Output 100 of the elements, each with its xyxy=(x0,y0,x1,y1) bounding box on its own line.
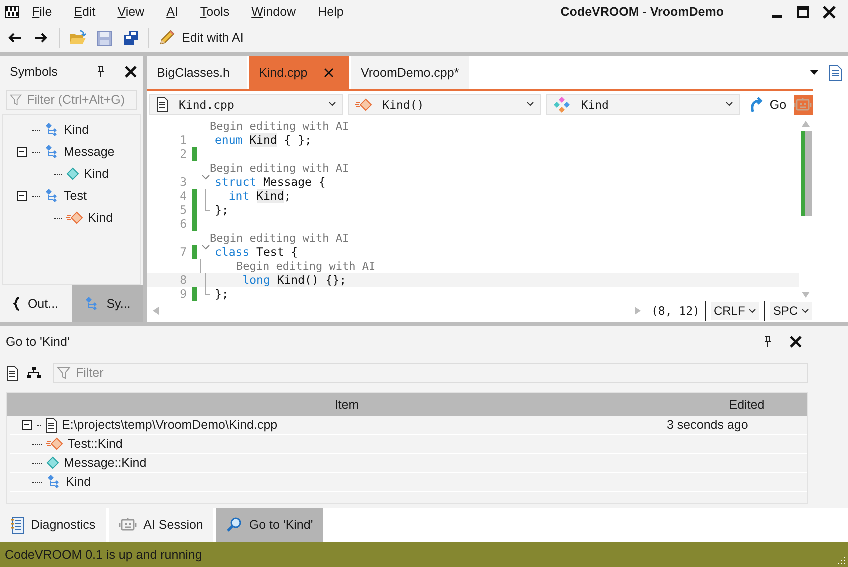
menu-item[interactable]: AI xyxy=(154,2,188,22)
line-number: 4 xyxy=(179,189,187,203)
save-all-icon[interactable] xyxy=(123,30,139,46)
tree-item[interactable]: Kind xyxy=(84,167,110,181)
save-icon[interactable] xyxy=(97,30,112,46)
enum-icon xyxy=(553,96,572,114)
document-tab[interactable]: Kind.cpp xyxy=(249,56,349,89)
method-icon xyxy=(46,437,64,451)
ai-hint-link[interactable]: Begin editing with AI xyxy=(210,232,350,244)
ai-button[interactable] xyxy=(794,94,813,114)
line-number: 3 xyxy=(179,175,187,189)
code-line: enum Kind { }; xyxy=(215,133,312,147)
bottom-tab[interactable]: Go to 'Kind' xyxy=(216,508,324,542)
document-tab[interactable]: BigClasses.h xyxy=(147,56,247,89)
filter-field[interactable]: Filter xyxy=(53,363,808,383)
open-folder-icon[interactable] xyxy=(69,30,87,46)
ai-hint-link[interactable]: Begin editing with AI xyxy=(210,260,376,272)
curved-arrow-icon xyxy=(748,96,765,112)
ai-hint-link[interactable]: Begin editing with AI xyxy=(210,162,350,174)
navigation-dropdown[interactable]: Kind.cpp xyxy=(149,94,343,115)
line-number: 1 xyxy=(179,133,187,147)
caret-icon xyxy=(328,102,336,107)
line-number: 8 xyxy=(179,273,187,287)
code-line: }; xyxy=(215,287,229,301)
robot-icon xyxy=(794,96,812,112)
fold-icon[interactable] xyxy=(202,175,210,180)
navigation-dropdown[interactable]: Kind() xyxy=(348,94,542,115)
close-icon[interactable] xyxy=(125,66,137,78)
forward-arrow-icon[interactable] xyxy=(34,33,48,43)
result-item[interactable]: Kind xyxy=(66,475,92,489)
tree-item[interactable]: Test xyxy=(64,189,87,203)
fold-icon[interactable] xyxy=(202,245,210,250)
brace-icon xyxy=(12,296,21,310)
file-view-icon xyxy=(6,366,19,380)
class-icon xyxy=(44,122,60,138)
indent-dropdown[interactable]: SPC xyxy=(770,302,812,320)
code-line: int Kind; xyxy=(228,189,292,203)
menu-item[interactable]: Edit xyxy=(61,2,105,22)
scroll-thumb[interactable] xyxy=(800,131,812,216)
code-line: class Test { xyxy=(215,245,298,259)
line-number: 2 xyxy=(179,147,187,161)
line-number: 9 xyxy=(179,287,187,301)
tree-item[interactable]: Message xyxy=(64,145,115,159)
dropdown-icon[interactable] xyxy=(810,70,819,75)
edit-with-ai-button[interactable]: Edit with AI xyxy=(154,26,248,50)
caret-icon xyxy=(749,308,756,314)
window-title: CodeVROOM - VroomDemo xyxy=(560,5,724,19)
code-line: }; xyxy=(215,203,229,217)
edited-time: 3 seconds ago xyxy=(667,418,750,432)
resize-grip-icon[interactable] xyxy=(838,557,846,565)
filter-icon xyxy=(57,366,71,380)
close-icon[interactable] xyxy=(790,336,802,348)
collapse-icon[interactable] xyxy=(17,146,28,158)
menu-item[interactable]: Help xyxy=(305,2,353,22)
menu-item[interactable]: Window xyxy=(238,2,306,22)
ai-hint-link[interactable]: Begin editing with AI xyxy=(210,120,350,132)
menu-item[interactable]: View xyxy=(104,2,154,22)
method-icon xyxy=(66,211,84,225)
result-item[interactable]: E:\projects\temp\VroomDemo\Kind.cpp xyxy=(62,418,278,432)
close-icon[interactable] xyxy=(822,6,836,18)
document-icon[interactable] xyxy=(829,64,842,80)
hierarchy-icon[interactable] xyxy=(27,367,41,379)
collapse-icon[interactable] xyxy=(17,190,28,202)
pin-icon[interactable] xyxy=(764,336,772,348)
bottom-tab[interactable]: AI Session xyxy=(108,508,214,542)
cursor-position: (8, 12) xyxy=(652,301,706,321)
navigation-dropdown[interactable]: Kind xyxy=(546,94,740,115)
caret-icon xyxy=(726,102,733,107)
menu-item[interactable]: Tools xyxy=(187,2,239,22)
code-line: long Kind() {}; xyxy=(242,273,347,287)
field-icon xyxy=(46,456,60,470)
filter-field[interactable]: Filter (Ctrl+Alt+G) xyxy=(6,90,137,110)
collapse-icon[interactable] xyxy=(22,420,33,430)
class-icon xyxy=(44,144,60,160)
close-icon[interactable] xyxy=(324,68,334,78)
result-item[interactable]: Test::Kind xyxy=(68,437,123,451)
go-button[interactable]: Go xyxy=(746,94,789,115)
caret-icon xyxy=(802,308,809,314)
tree-item[interactable]: Kind xyxy=(64,123,90,137)
panel-tab[interactable]: Sy... xyxy=(72,285,143,322)
robot-icon xyxy=(118,517,137,533)
class-icon xyxy=(44,188,60,204)
bottom-tab[interactable]: Diagnostics xyxy=(0,508,106,542)
class-icon xyxy=(84,296,100,312)
filter-icon xyxy=(10,93,22,107)
back-arrow-icon[interactable] xyxy=(8,33,22,43)
column-header: Item xyxy=(334,398,360,412)
search-icon xyxy=(226,517,242,533)
document-tab[interactable]: VroomDemo.cpp* xyxy=(351,56,470,89)
line-number: 7 xyxy=(179,245,187,259)
tree-item[interactable]: Kind xyxy=(88,211,114,225)
class-icon xyxy=(46,474,62,490)
panel-title: Symbols xyxy=(10,65,59,79)
notebook-icon xyxy=(10,516,24,534)
line-number: 6 xyxy=(179,217,187,231)
line-ending-dropdown[interactable]: CRLF xyxy=(710,302,760,320)
result-item[interactable]: Message::Kind xyxy=(64,456,147,470)
pin-icon[interactable] xyxy=(97,66,105,78)
maximize-icon[interactable] xyxy=(796,6,810,18)
menu-item[interactable]: File xyxy=(19,2,62,22)
